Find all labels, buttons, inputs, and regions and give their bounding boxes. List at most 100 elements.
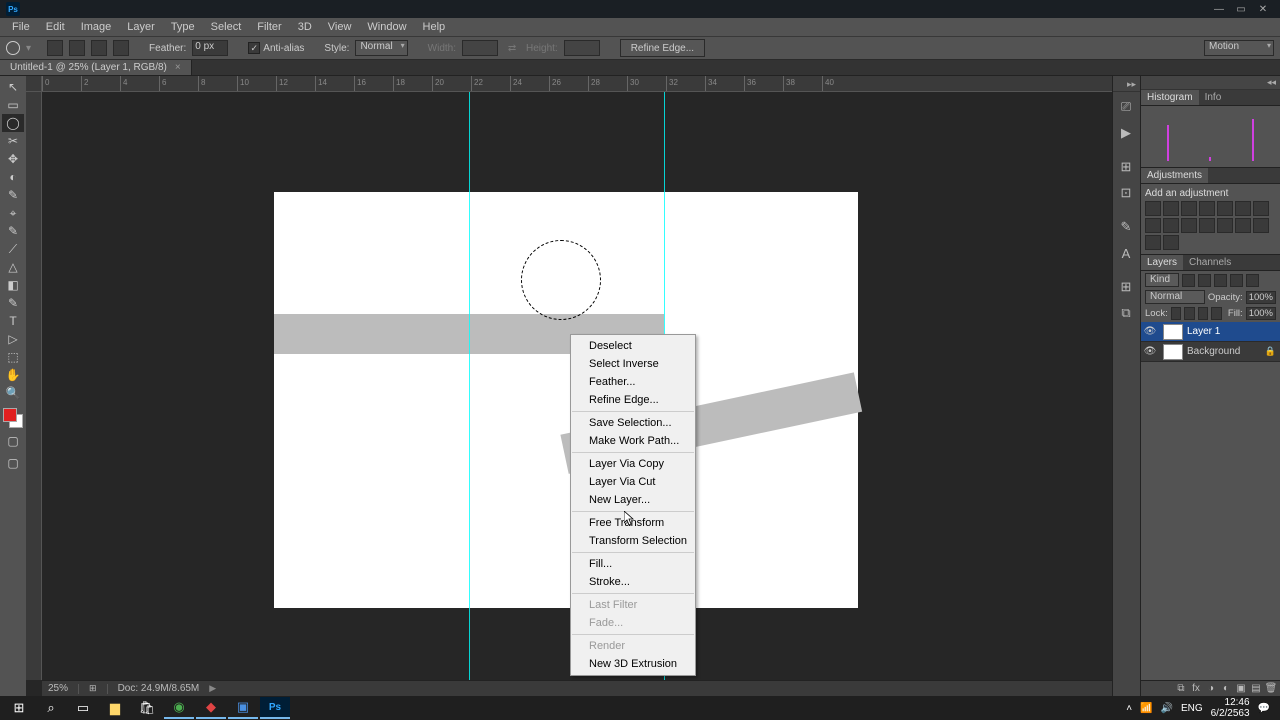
store-icon[interactable]: 🛍 bbox=[132, 697, 162, 719]
tray-volume-icon[interactable]: 🔊 bbox=[1160, 703, 1172, 714]
tab-histogram[interactable]: Histogram bbox=[1141, 90, 1199, 105]
style-select[interactable]: Normal bbox=[355, 40, 407, 56]
layer-filter-kind[interactable]: Kind bbox=[1145, 273, 1179, 287]
adjustment-icon-9[interactable] bbox=[1181, 218, 1197, 233]
tray-network-icon[interactable]: 📶 bbox=[1140, 703, 1152, 714]
close-window-button[interactable]: ✕ bbox=[1252, 1, 1274, 17]
zoom-level[interactable]: 25% bbox=[48, 683, 68, 694]
ruler-origin[interactable] bbox=[26, 76, 42, 92]
menu-image[interactable]: Image bbox=[73, 19, 120, 35]
quick-mask-icon[interactable]: ▢ bbox=[2, 432, 24, 450]
tool-1[interactable]: ▭ bbox=[2, 96, 24, 114]
file-explorer-icon[interactable]: ▆ bbox=[100, 697, 130, 719]
statusbar-flyout-icon[interactable]: ▶ bbox=[209, 683, 216, 694]
link-layers-icon[interactable]: ⧉ bbox=[1174, 683, 1188, 695]
fill-value[interactable]: 100% bbox=[1246, 307, 1276, 320]
selection-marquee[interactable] bbox=[521, 240, 601, 320]
new-group-icon[interactable]: ▣ bbox=[1234, 683, 1248, 695]
tool-10[interactable]: △ bbox=[2, 258, 24, 276]
adjustment-icon-1[interactable] bbox=[1163, 201, 1179, 216]
tool-8[interactable]: ✎ bbox=[2, 222, 24, 240]
tool-3[interactable]: ✂ bbox=[2, 132, 24, 150]
dock-icon-6[interactable]: ⊞ bbox=[1113, 274, 1139, 300]
opacity-value[interactable]: 100% bbox=[1246, 291, 1276, 304]
sel-mode-subtract-icon[interactable] bbox=[91, 40, 107, 56]
filter-shape-icon[interactable] bbox=[1230, 274, 1243, 287]
guide-vertical-1[interactable] bbox=[469, 92, 470, 680]
tool-13[interactable]: T bbox=[2, 312, 24, 330]
tab-layers[interactable]: Layers bbox=[1141, 255, 1183, 270]
start-button[interactable]: ⊞ bbox=[4, 697, 34, 719]
menu-type[interactable]: Type bbox=[163, 19, 203, 35]
blend-mode-select[interactable]: Normal bbox=[1145, 290, 1205, 304]
ctx-layer-via-copy[interactable]: Layer Via Copy bbox=[571, 455, 695, 473]
ctx-layer-via-cut[interactable]: Layer Via Cut bbox=[571, 473, 695, 491]
lock-all-icon[interactable] bbox=[1211, 307, 1222, 320]
layer-mask-icon[interactable]: ◑ bbox=[1204, 683, 1218, 695]
tray-chevron-icon[interactable]: ˄ bbox=[1126, 703, 1132, 714]
sel-mode-intersect-icon[interactable] bbox=[113, 40, 129, 56]
ctx-select-inverse[interactable]: Select Inverse bbox=[571, 355, 695, 373]
tool-preset-icon[interactable] bbox=[6, 41, 20, 55]
filter-smart-icon[interactable] bbox=[1246, 274, 1259, 287]
adjustment-icon-14[interactable] bbox=[1145, 235, 1161, 250]
document-tab-close-icon[interactable]: × bbox=[175, 62, 181, 73]
tray-lang[interactable]: ENG bbox=[1181, 703, 1203, 714]
layer-row[interactable]: 👁Layer 1 bbox=[1141, 322, 1280, 342]
color-swatch[interactable] bbox=[3, 408, 23, 428]
lock-trans-icon[interactable] bbox=[1171, 307, 1182, 320]
layer-thumbnail[interactable] bbox=[1163, 324, 1183, 340]
tray-clock[interactable]: 12:46 6/2/2563 bbox=[1211, 697, 1250, 719]
filter-pixel-icon[interactable] bbox=[1182, 274, 1195, 287]
sel-mode-add-icon[interactable] bbox=[69, 40, 85, 56]
tool-9[interactable]: ⟋ bbox=[2, 240, 24, 258]
ctx-make-work-path[interactable]: Make Work Path... bbox=[571, 432, 695, 450]
task-view-icon[interactable]: ▭ bbox=[68, 697, 98, 719]
dock-icon-4[interactable]: ✎ bbox=[1113, 214, 1139, 240]
tab-adjustments[interactable]: Adjustments bbox=[1141, 168, 1208, 183]
dock-icon-2[interactable]: ⊞ bbox=[1113, 154, 1139, 180]
tab-channels[interactable]: Channels bbox=[1183, 255, 1237, 270]
ctx-new-3d-extrusion[interactable]: New 3D Extrusion bbox=[571, 655, 695, 673]
minimize-button[interactable]: — bbox=[1208, 1, 1230, 17]
menu-file[interactable]: File bbox=[4, 19, 38, 35]
workspace-select[interactable]: Motion bbox=[1204, 40, 1274, 56]
dock-icon-3[interactable]: ⊡ bbox=[1113, 180, 1139, 206]
ctx-stroke[interactable]: Stroke... bbox=[571, 573, 695, 591]
refine-edge-button[interactable]: Refine Edge... bbox=[620, 39, 705, 57]
layer-row[interactable]: 👁Background🔒 bbox=[1141, 342, 1280, 362]
ctx-refine-edge[interactable]: Refine Edge... bbox=[571, 391, 695, 409]
maximize-button[interactable]: ▭ bbox=[1230, 1, 1252, 17]
panels-collapse-icon[interactable]: ◂◂ bbox=[1141, 76, 1280, 90]
adjustment-icon-4[interactable] bbox=[1217, 201, 1233, 216]
ctx-save-selection[interactable]: Save Selection... bbox=[571, 414, 695, 432]
screen-mode-icon[interactable]: ▢ bbox=[2, 454, 24, 472]
adjustment-icon-2[interactable] bbox=[1181, 201, 1197, 216]
adjustment-icon-11[interactable] bbox=[1217, 218, 1233, 233]
layer-name[interactable]: Layer 1 bbox=[1187, 326, 1280, 337]
layer-visibility-icon[interactable]: 👁 bbox=[1141, 346, 1159, 357]
delete-layer-icon[interactable]: 🗑 bbox=[1264, 683, 1278, 695]
ctx-feather[interactable]: Feather... bbox=[571, 373, 695, 391]
ctx-new-layer[interactable]: New Layer... bbox=[571, 491, 695, 509]
adjustment-icon-12[interactable] bbox=[1235, 218, 1251, 233]
dock-icon-7[interactable]: ⧉ bbox=[1113, 300, 1139, 326]
tool-2[interactable]: ◯ bbox=[2, 114, 24, 132]
tool-5[interactable]: ◐ bbox=[2, 168, 24, 186]
adjustment-icon-3[interactable] bbox=[1199, 201, 1215, 216]
filter-adj-icon[interactable] bbox=[1198, 274, 1211, 287]
layer-thumbnail[interactable] bbox=[1163, 344, 1183, 360]
menu-edit[interactable]: Edit bbox=[38, 19, 73, 35]
adjustment-icon-8[interactable] bbox=[1163, 218, 1179, 233]
tool-16[interactable]: ✋ bbox=[2, 366, 24, 384]
adjustment-icon-6[interactable] bbox=[1253, 201, 1269, 216]
dock-icon-1[interactable]: ▶ bbox=[1113, 120, 1139, 146]
notification-center-icon[interactable]: 💬 bbox=[1258, 703, 1270, 714]
ctx-deselect[interactable]: Deselect bbox=[571, 337, 695, 355]
new-adjustment-icon[interactable]: ◐ bbox=[1219, 683, 1233, 695]
new-layer-icon[interactable]: ▤ bbox=[1249, 683, 1263, 695]
adjustment-icon-5[interactable] bbox=[1235, 201, 1251, 216]
ctx-fill[interactable]: Fill... bbox=[571, 555, 695, 573]
ctx-transform-selection[interactable]: Transform Selection bbox=[571, 532, 695, 550]
menu-3d[interactable]: 3D bbox=[290, 19, 320, 35]
